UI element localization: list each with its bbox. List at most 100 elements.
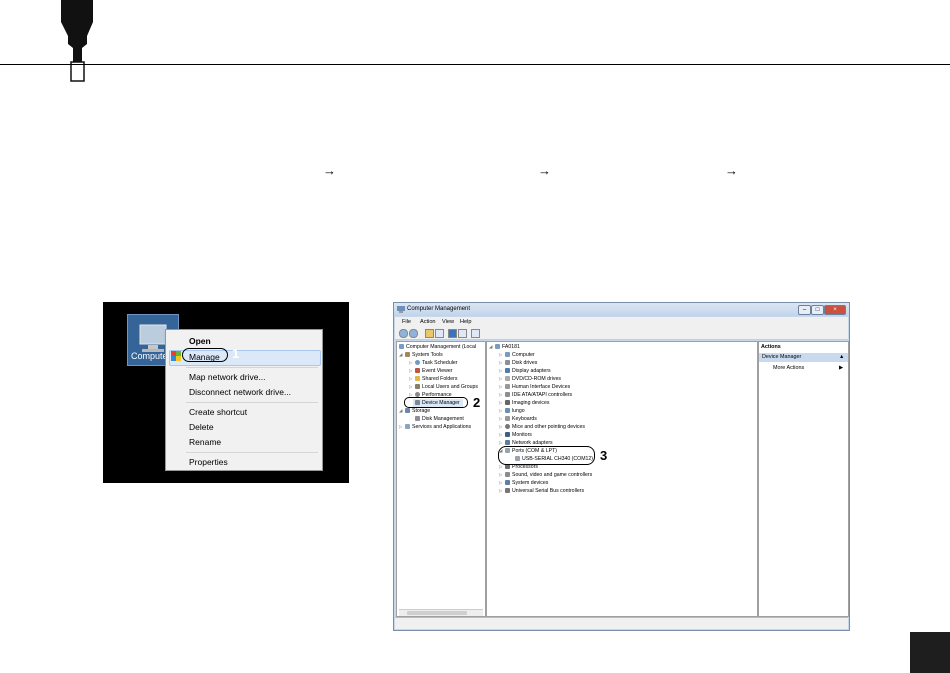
menu-action[interactable]: Action bbox=[420, 319, 436, 325]
folder-up-icon[interactable] bbox=[425, 329, 434, 338]
expand-icon[interactable]: ▷ bbox=[499, 440, 502, 446]
expand-icon[interactable]: ▷ bbox=[499, 424, 502, 430]
expand-icon[interactable]: ▷ bbox=[399, 424, 402, 430]
expand-icon[interactable]: ▷ bbox=[409, 360, 412, 366]
device-category-imaging[interactable]: Imaging devices bbox=[505, 400, 550, 406]
collapse-up-icon[interactable]: ▲ bbox=[839, 354, 844, 360]
back-icon[interactable] bbox=[399, 329, 408, 338]
collapse-icon[interactable]: ◢ bbox=[399, 408, 402, 414]
mouse-icon bbox=[505, 424, 510, 429]
collapse-icon[interactable]: ◢ bbox=[399, 352, 402, 358]
window-title: Computer Management bbox=[407, 306, 471, 312]
expand-icon[interactable]: ▷ bbox=[409, 368, 412, 374]
expand-icon[interactable]: ▷ bbox=[499, 360, 502, 366]
device-category-lungo[interactable]: lungo bbox=[505, 408, 525, 414]
actions-selected-row[interactable]: Device Manager ▲ bbox=[759, 353, 848, 362]
tree-item-disk-management[interactable]: Disk Management bbox=[415, 416, 464, 422]
menu-item-properties[interactable]: Properties bbox=[189, 457, 228, 467]
menu-item-rename[interactable]: Rename bbox=[189, 437, 221, 447]
tree-item-shared-folders[interactable]: Shared Folders bbox=[415, 376, 457, 382]
menu-item-create-shortcut[interactable]: Create shortcut bbox=[189, 407, 247, 417]
disk-icon bbox=[505, 360, 510, 365]
keyboard-icon bbox=[505, 416, 510, 421]
computer-icon bbox=[495, 344, 500, 349]
status-bar bbox=[395, 617, 848, 629]
more-actions[interactable]: More Actions bbox=[773, 365, 804, 371]
network-icon bbox=[505, 440, 510, 445]
horizontal-scrollbar[interactable] bbox=[399, 609, 483, 616]
device-category-ide[interactable]: IDE ATA/ATAPI controllers bbox=[505, 392, 572, 398]
computer-management-icon bbox=[397, 306, 405, 313]
computer-management-window: Computer Management – □ × File Action Vi… bbox=[393, 302, 850, 631]
disk-icon bbox=[415, 416, 420, 421]
expand-icon[interactable]: ▷ bbox=[499, 432, 502, 438]
maximize-button[interactable]: □ bbox=[811, 305, 824, 315]
tree-item-task-scheduler[interactable]: Task Scheduler bbox=[415, 360, 457, 366]
expand-icon[interactable]: ▷ bbox=[499, 480, 502, 486]
device-category-display-adapters[interactable]: Display adapters bbox=[505, 368, 551, 374]
device-category-monitors[interactable]: Monitors bbox=[505, 432, 532, 438]
tree-item-system-tools[interactable]: System Tools bbox=[405, 352, 443, 358]
toolbar bbox=[395, 327, 848, 340]
device-root[interactable]: FA0181 bbox=[495, 344, 520, 350]
users-icon bbox=[415, 384, 420, 389]
folder-icon bbox=[415, 376, 420, 381]
show-hide-tree-icon[interactable] bbox=[435, 329, 444, 338]
forward-icon[interactable] bbox=[409, 329, 418, 338]
tree-item-storage[interactable]: Storage bbox=[405, 408, 430, 414]
expand-icon[interactable]: ▷ bbox=[499, 416, 502, 422]
expand-icon[interactable]: ▷ bbox=[499, 392, 502, 398]
computer-icon bbox=[505, 352, 510, 357]
properties-icon[interactable] bbox=[458, 329, 467, 338]
expand-icon[interactable]: ▷ bbox=[499, 472, 502, 478]
expand-icon[interactable]: ▷ bbox=[409, 376, 412, 382]
expand-icon[interactable]: ▷ bbox=[499, 464, 502, 470]
close-button[interactable]: × bbox=[824, 305, 846, 315]
device-manager-callout-ring bbox=[404, 397, 468, 408]
help-icon[interactable] bbox=[448, 329, 457, 338]
ports-callout-ring bbox=[498, 446, 595, 465]
tree-item-local-users[interactable]: Local Users and Groups bbox=[415, 384, 478, 390]
device-category-sound[interactable]: Sound, video and game controllers bbox=[505, 472, 592, 478]
menu-view[interactable]: View bbox=[442, 319, 454, 325]
arrow-3: → bbox=[725, 163, 738, 178]
menu-item-map-network-drive[interactable]: Map network drive... bbox=[189, 372, 266, 382]
expand-icon[interactable]: ▷ bbox=[499, 408, 502, 414]
device-category-hid[interactable]: Human Interface Devices bbox=[505, 384, 570, 390]
pen-nib-icon bbox=[61, 0, 93, 82]
device-category-disk-drives[interactable]: Disk drives bbox=[505, 360, 537, 366]
menu-item-delete[interactable]: Delete bbox=[189, 422, 214, 432]
expand-icon[interactable]: ▷ bbox=[499, 368, 502, 374]
expand-icon[interactable]: ▷ bbox=[499, 488, 502, 494]
minimize-button[interactable]: – bbox=[798, 305, 811, 315]
device-category-computer[interactable]: Computer bbox=[505, 352, 535, 358]
expand-icon[interactable]: ▷ bbox=[409, 384, 412, 390]
expand-icon[interactable]: ▷ bbox=[499, 352, 502, 358]
expand-icon[interactable]: ▷ bbox=[499, 384, 502, 390]
device-category-dvd-drives[interactable]: DVD/CD-ROM drives bbox=[505, 376, 561, 382]
menu-item-open[interactable]: Open bbox=[189, 336, 211, 346]
manage-shield-icon bbox=[171, 351, 181, 361]
event-viewer-icon bbox=[415, 368, 420, 373]
expand-icon[interactable]: ▷ bbox=[499, 376, 502, 382]
usb-icon bbox=[505, 488, 510, 493]
device-category-system[interactable]: System devices bbox=[505, 480, 548, 486]
actions-title: Actions bbox=[761, 344, 781, 350]
manage-callout-ring bbox=[182, 348, 228, 362]
collapse-icon[interactable]: ◢ bbox=[489, 344, 492, 350]
menu-item-disconnect-network-drive[interactable]: Disconnect network drive... bbox=[189, 387, 291, 397]
tree-item-computer-management[interactable]: Computer Management (Local bbox=[399, 344, 476, 350]
tree-item-services-applications[interactable]: Services and Applications bbox=[405, 424, 471, 430]
expand-icon[interactable]: ▷ bbox=[499, 400, 502, 406]
menu-file[interactable]: File bbox=[402, 319, 411, 325]
device-category-usb[interactable]: Universal Serial Bus controllers bbox=[505, 488, 584, 494]
header-rule bbox=[0, 64, 950, 65]
menu-help[interactable]: Help bbox=[460, 319, 472, 325]
tree-item-event-viewer[interactable]: Event Viewer bbox=[415, 368, 452, 374]
scrollbar-thumb[interactable] bbox=[407, 611, 467, 615]
actions-pane: Actions Device Manager ▲ More Actions ▶ bbox=[758, 341, 849, 617]
callout-number-1: 1 bbox=[232, 346, 240, 361]
scan-hardware-icon[interactable] bbox=[471, 329, 480, 338]
device-category-keyboards[interactable]: Keyboards bbox=[505, 416, 537, 422]
device-category-mice[interactable]: Mice and other pointing devices bbox=[505, 424, 585, 430]
